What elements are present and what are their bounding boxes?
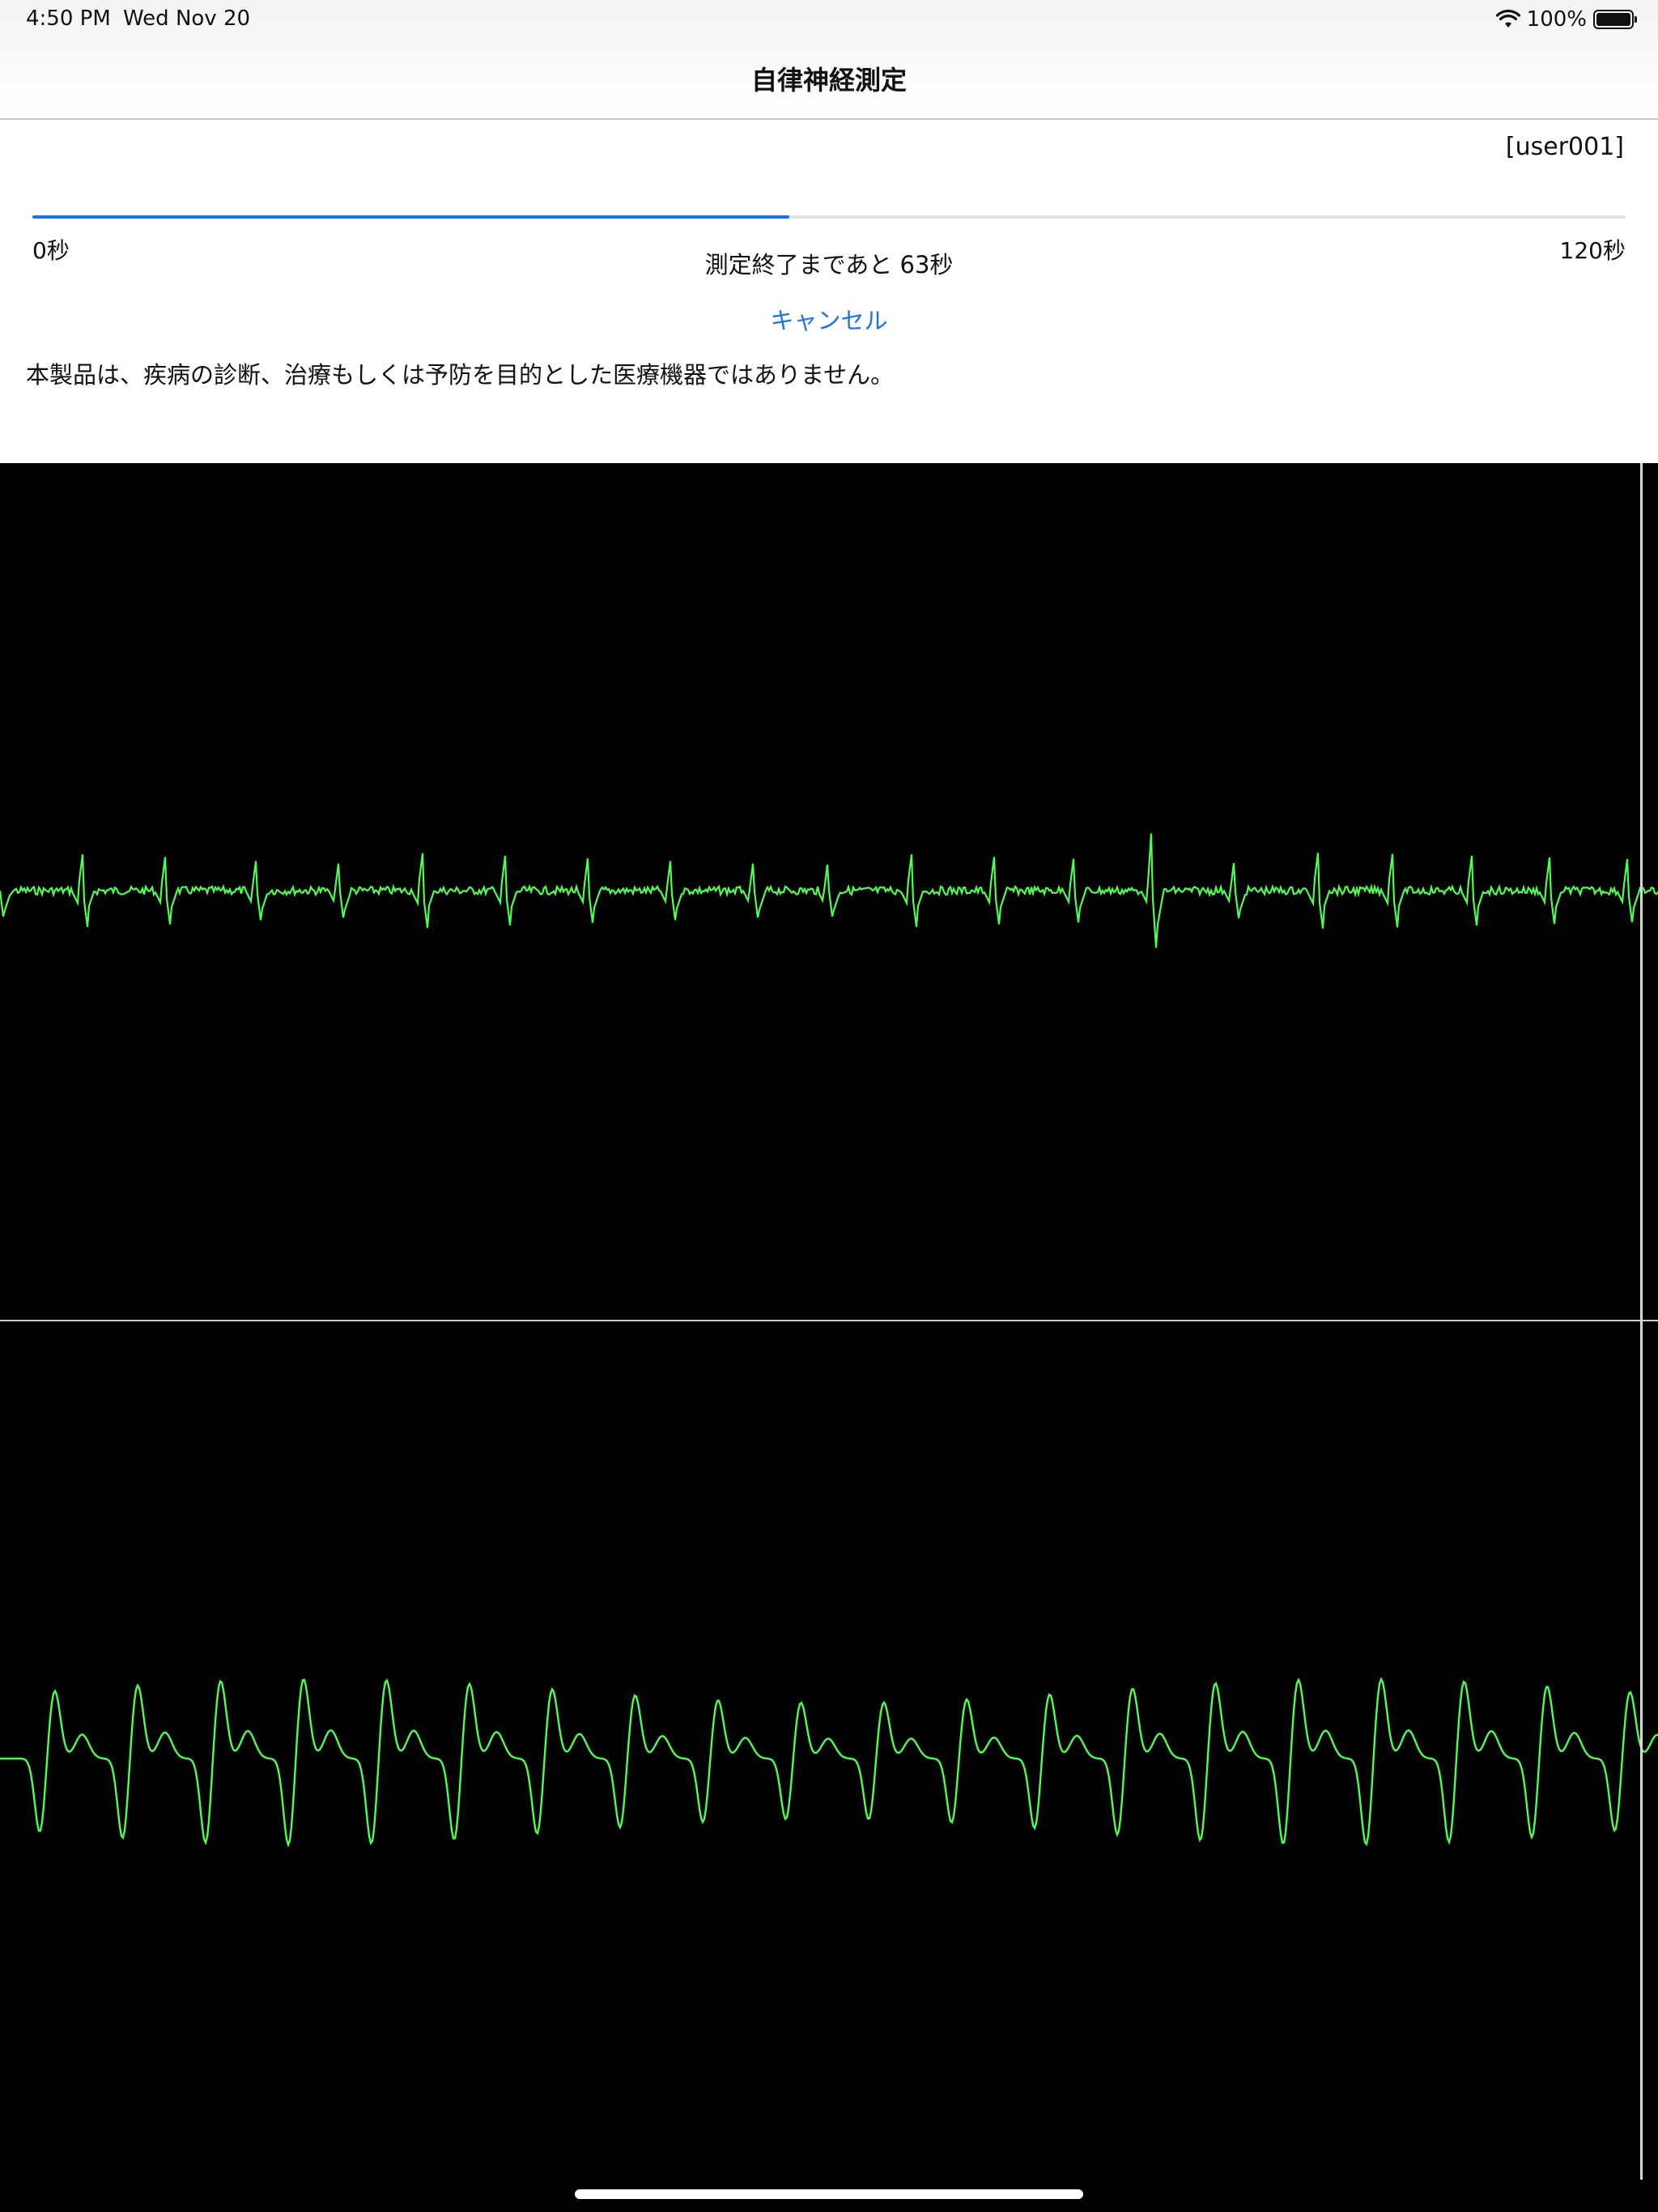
measurement-screen: 4:50 PM Wed Nov 20 100% 自律神経測定 [user001]… — [0, 0, 1658, 2212]
ecg-waveform — [0, 833, 1658, 948]
disclaimer-text: 本製品は、疾病の診断、治療もしくは予防を目的とした医療機器ではありません。 — [26, 361, 895, 389]
status-indicators: 100% — [1495, 5, 1637, 34]
status-date: Wed Nov 20 — [123, 6, 251, 31]
page-title: 自律神経測定 — [750, 65, 907, 96]
battery-percent: 100% — [1526, 7, 1587, 32]
progress-bar-fill — [32, 215, 789, 219]
home-indicator[interactable] — [575, 2189, 1083, 2199]
status-time: 4:50 PM — [26, 6, 111, 31]
pulse-waveform — [0, 1677, 1658, 1848]
top-bar: 4:50 PM Wed Nov 20 100% 自律神経測定 — [0, 0, 1658, 120]
ecg-monitor — [0, 463, 1658, 1320]
remaining-time-text: 測定終了まであと 63秒 — [704, 251, 954, 279]
sweep-cursor — [1640, 463, 1643, 2180]
measurement-panel: [user001] 0秒 120秒 測定終了まであと 63秒 キャンセル 本製品… — [0, 120, 1658, 463]
wifi-icon — [1495, 10, 1520, 29]
progress-bar — [32, 215, 1626, 219]
user-id-label: [user001] — [1505, 133, 1624, 161]
battery-icon — [1593, 10, 1637, 29]
cancel-button[interactable]: キャンセル — [748, 300, 910, 338]
pulse-monitor — [0, 1321, 1658, 2180]
